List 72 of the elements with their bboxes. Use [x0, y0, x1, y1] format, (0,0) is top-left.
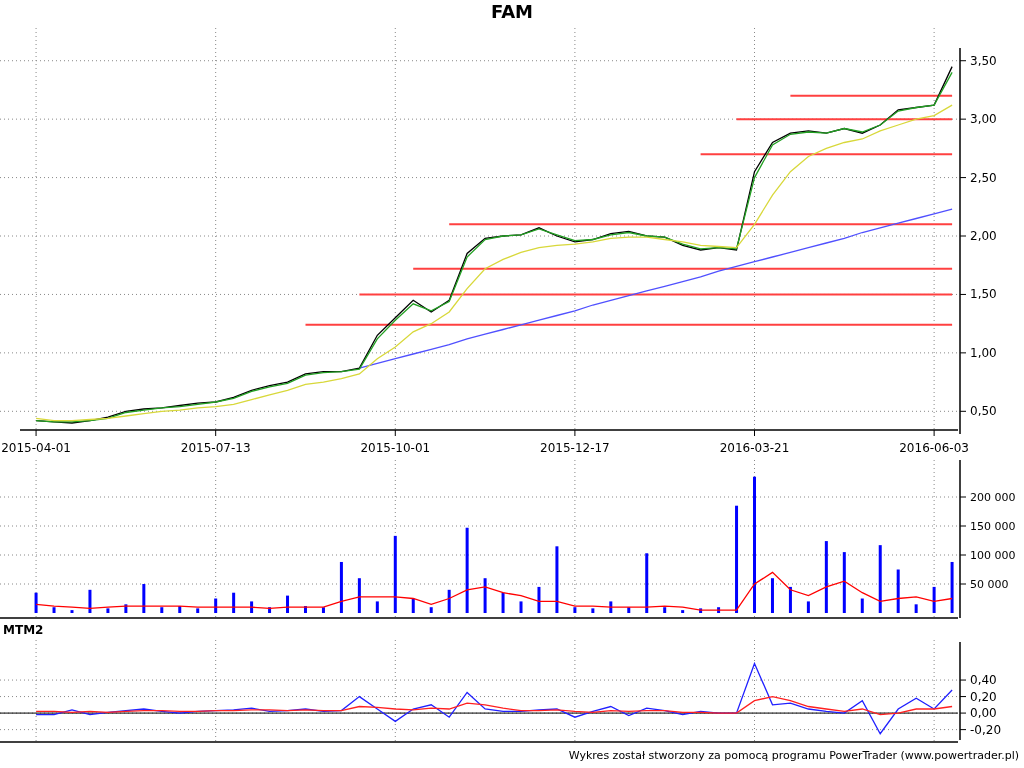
volume-bar — [160, 607, 164, 613]
volume-bar — [896, 569, 900, 613]
volume-bar — [932, 586, 936, 613]
volume-bar — [609, 601, 613, 613]
volume-bar — [681, 610, 685, 613]
volume-bar — [770, 578, 774, 613]
volume-bar — [573, 607, 577, 613]
volume-bar — [501, 592, 505, 613]
x-tick-label: 2015-04-01 — [1, 441, 71, 455]
chart-title: FAM — [490, 3, 534, 21]
volume-bar — [232, 592, 236, 613]
volume-bar — [357, 578, 361, 613]
y-tick-label: 1,50 — [970, 287, 997, 302]
x-tick-label: 2016-06-03 — [899, 441, 969, 455]
y-tick-label: 0,50 — [970, 404, 997, 419]
volume-bar — [483, 578, 487, 613]
volume-bar — [788, 586, 792, 613]
volume-bar — [106, 608, 110, 613]
volume-bar — [663, 607, 667, 613]
volume-bar — [429, 607, 433, 613]
y-tick-label: 1,00 — [970, 345, 997, 360]
volume-bar — [950, 561, 954, 613]
indicator-title: MTM2 — [3, 622, 44, 639]
volume-bar — [591, 608, 595, 613]
y-tick-label: 2,00 — [970, 229, 997, 243]
volume-bar — [824, 541, 828, 613]
volume-bar — [878, 545, 882, 613]
volume-bar — [842, 552, 846, 613]
volume-bar — [717, 607, 721, 613]
volume-bar — [214, 598, 218, 613]
volume-bar — [339, 561, 343, 613]
volume-bar — [286, 595, 289, 613]
volume-bar — [34, 592, 38, 613]
y-tick-label: 0,20 — [970, 689, 997, 704]
volume-bar — [627, 607, 631, 613]
volume-bar — [519, 601, 523, 613]
x-tick-label: 2015-07-13 — [180, 441, 251, 455]
footer-credit: Wykres został stworzony za pomocą programu PowerTrader (www.powertrader.pl) — [568, 748, 1019, 765]
y-tick-label: 2,50 — [970, 170, 997, 185]
y-tick-label: 3,50 — [970, 53, 997, 68]
volume-bar — [537, 586, 541, 613]
volume-bar — [250, 601, 254, 613]
y-tick-label: 150 000 — [970, 520, 1016, 533]
volume-bar — [52, 607, 56, 613]
volume-bar — [142, 584, 146, 613]
volume-bar — [70, 610, 74, 613]
volume-bar — [375, 601, 379, 613]
volume-bar — [645, 553, 649, 613]
volume-bar — [914, 604, 918, 613]
volume-bar — [124, 604, 128, 613]
x-tick-label: 2015-10-01 — [360, 441, 431, 455]
x-tick-label: 2016-03-21 — [719, 441, 790, 455]
volume-bar — [555, 546, 559, 613]
y-tick-label: 0,40 — [970, 673, 997, 688]
y-tick-label: 200 000 — [970, 491, 1016, 504]
volume-bar — [268, 607, 272, 613]
volume-bar — [860, 598, 864, 613]
y-tick-label: 3,00 — [970, 112, 997, 127]
volume-bar — [806, 601, 810, 613]
volume-bar — [304, 606, 307, 613]
volume-bar — [178, 606, 182, 613]
y-tick-label: 50 000 — [970, 578, 1009, 591]
x-tick-label: 2015-12-17 — [540, 441, 610, 455]
y-tick-label: -0,20 — [970, 722, 1002, 737]
volume-bar — [88, 589, 92, 613]
volume-bar — [447, 589, 451, 613]
volume-bar — [196, 608, 200, 613]
volume-bar — [411, 598, 415, 613]
volume-bar — [321, 607, 325, 613]
y-tick-label: 100 000 — [970, 549, 1016, 562]
y-tick-label: 0,00 — [970, 706, 997, 721]
volume-bar — [699, 608, 703, 613]
